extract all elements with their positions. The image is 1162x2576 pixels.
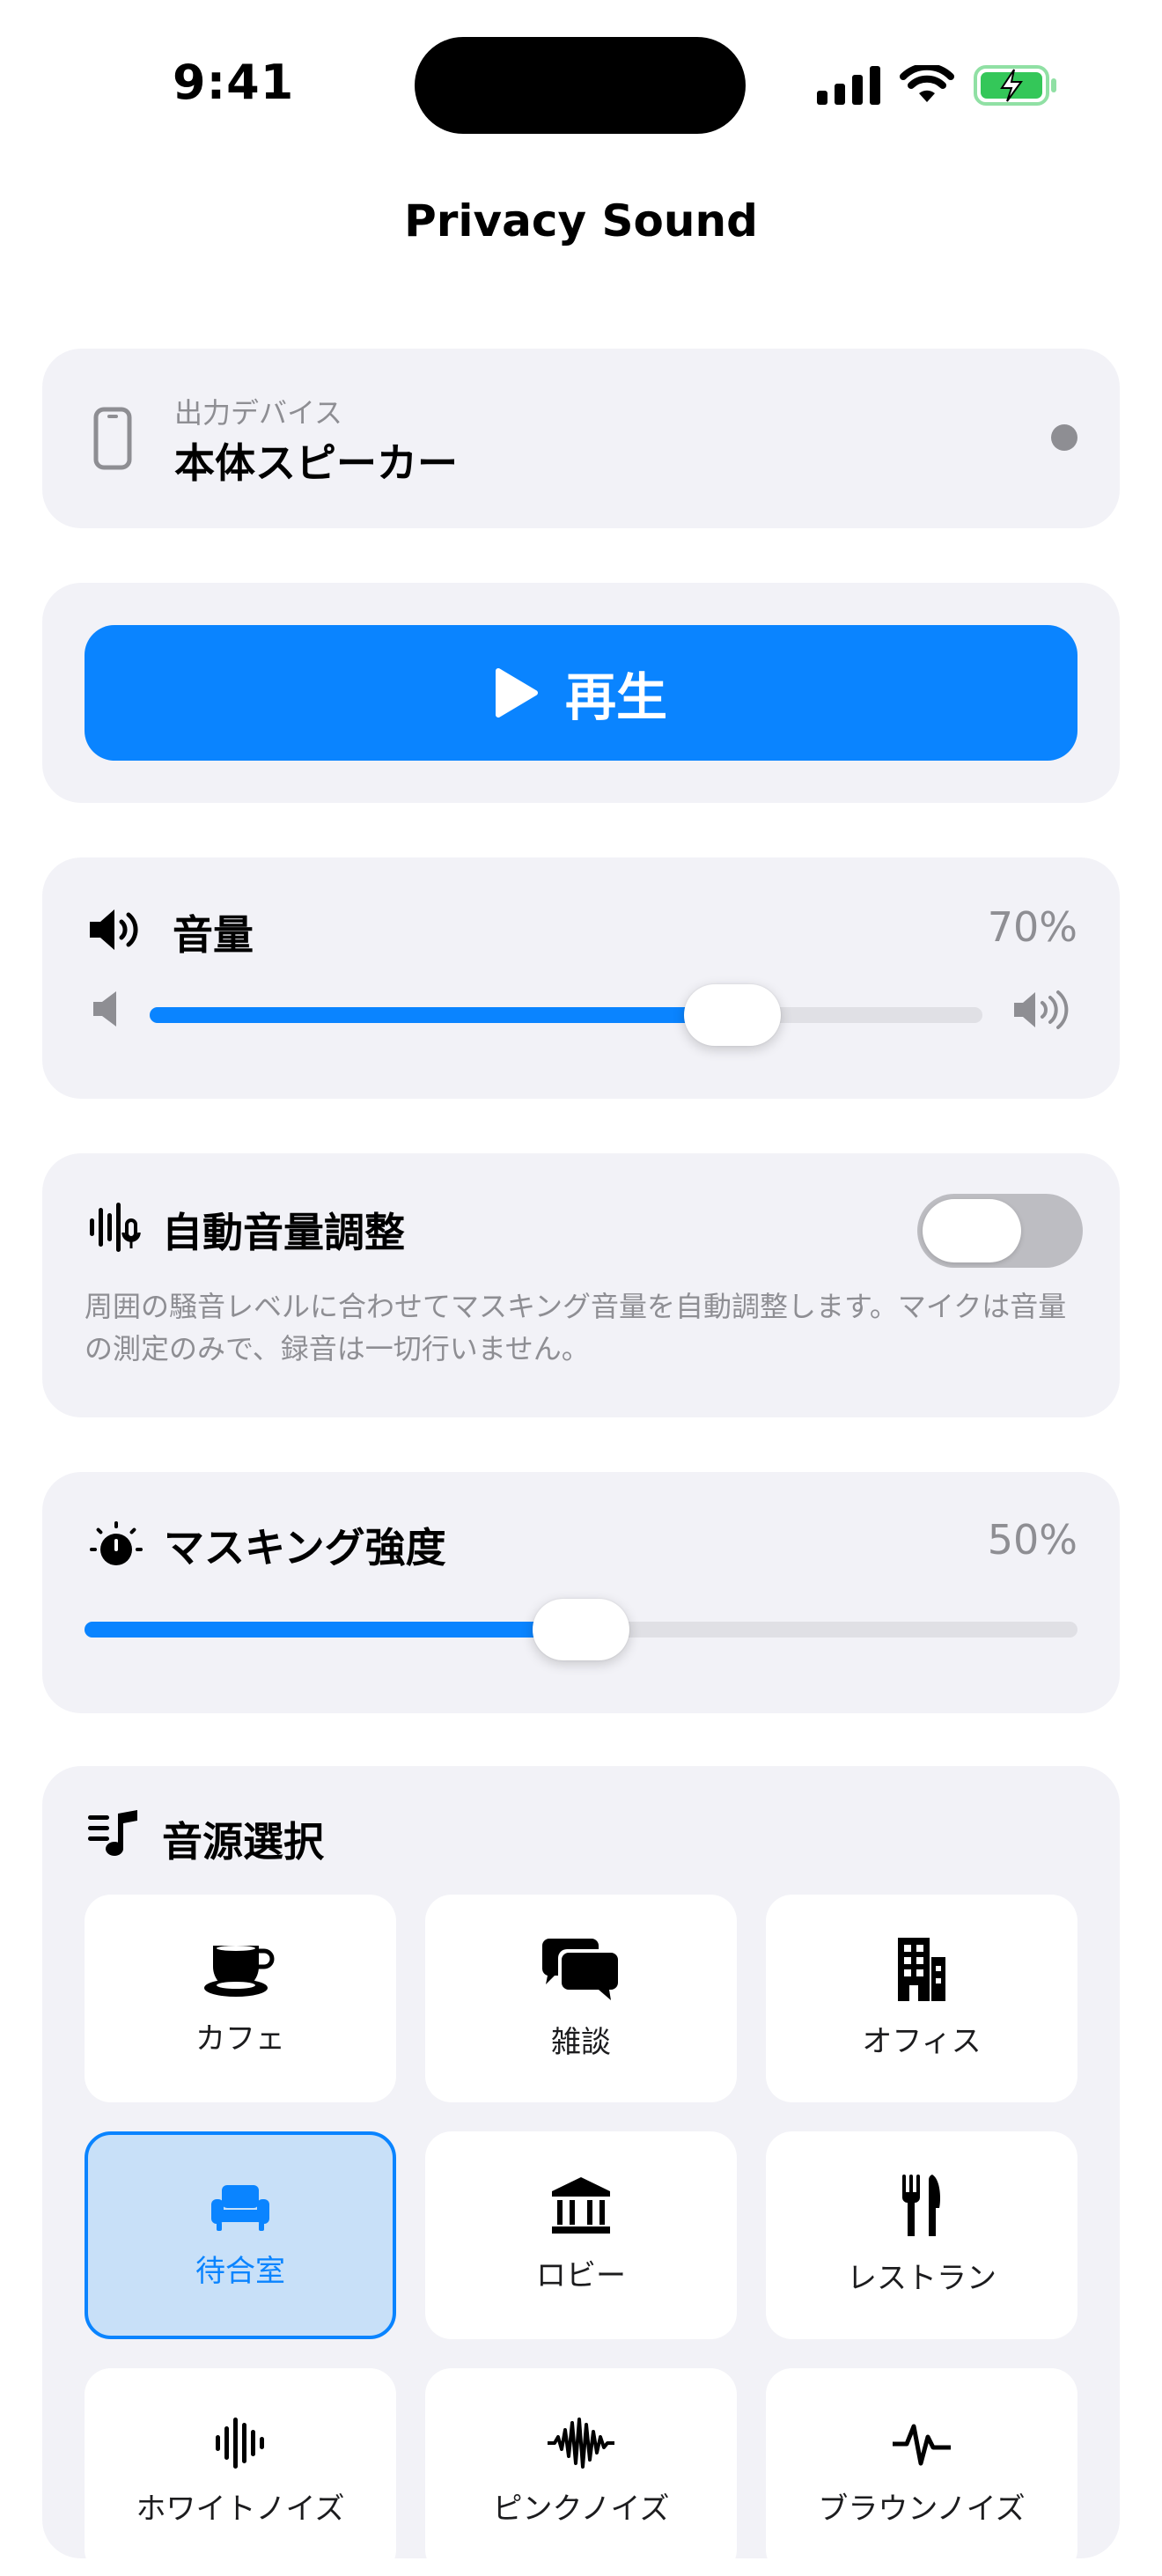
music-list-icon <box>88 1810 137 1856</box>
status-time: 9:41 <box>173 55 295 110</box>
play-button-label: 再生 <box>564 669 667 726</box>
source-tile-restaurant[interactable]: レストラン <box>766 2131 1077 2339</box>
sound-source-card: 音源選択 カフェ 雑談 オフィス 待合室 ロビー レストラン ホワイトノイズ ピ… <box>42 1766 1120 2576</box>
dynamic-island <box>415 37 746 134</box>
volume-value: 70% <box>987 903 1077 951</box>
bank-icon <box>552 2176 610 2234</box>
volume-card: 音量 70% <box>42 857 1120 1099</box>
masking-strength-title: マスキング強度 <box>164 1524 446 1571</box>
battery-charging-icon <box>974 65 1056 106</box>
volume-slider-thumb[interactable] <box>684 984 782 1046</box>
page-title: Privacy Sound <box>404 195 758 247</box>
masking-strength-card: マスキング強度 50% <box>42 1472 1120 1713</box>
cellular-signal-icon <box>817 66 880 105</box>
masking-slider-fill <box>85 1622 581 1638</box>
waveform-pulse-icon <box>893 2424 951 2465</box>
sound-source-title: 音源選択 <box>162 1818 324 1866</box>
waveform-mic-icon <box>90 1203 141 1252</box>
source-tile-label: 雑談 <box>551 2024 611 2060</box>
masking-strength-value: 50% <box>987 1516 1077 1564</box>
source-tile-lobby[interactable]: ロビー <box>425 2131 737 2339</box>
iphone-icon <box>93 407 132 470</box>
source-tile-brown-noise[interactable]: ブラウンノイズ <box>766 2368 1077 2576</box>
source-tile-label: ロビー <box>536 2257 626 2293</box>
auto-volume-description: 周囲の騒音レベルに合わせてマスキング音量を自動調整します。マイクは音量の測定のみ… <box>85 1290 1067 1365</box>
source-tile-label: ブラウンノイズ <box>818 2491 1026 2527</box>
speaker-wave-icon <box>90 909 138 950</box>
volume-slider[interactable] <box>150 984 982 1046</box>
play-icon <box>495 668 538 718</box>
source-tile-chat[interactable]: 雑談 <box>425 1895 737 2102</box>
auto-volume-title: 自動音量調整 <box>162 1209 405 1256</box>
output-device-label: 出力デバイス <box>174 396 343 430</box>
masking-strength-slider[interactable] <box>85 1599 1077 1660</box>
speaker-max-icon <box>1014 990 1069 1029</box>
coffee-cup-icon <box>204 1945 275 1997</box>
masking-slider-thumb[interactable] <box>533 1599 629 1660</box>
play-button[interactable]: 再生 <box>85 625 1077 761</box>
waveform-icon <box>216 2417 264 2469</box>
status-icons <box>817 63 1058 107</box>
source-tile-waiting-room[interactable]: 待合室 <box>85 2131 396 2339</box>
volume-title: 音量 <box>173 911 254 959</box>
source-tile-label: ホワイトノイズ <box>136 2491 345 2527</box>
auto-volume-toggle[interactable] <box>917 1194 1083 1268</box>
speaker-min-icon <box>93 991 116 1027</box>
toggle-knob <box>923 1199 1021 1262</box>
output-device-value: 本体スピーカー <box>174 439 458 487</box>
source-tile-label: 待合室 <box>195 2253 285 2289</box>
wifi-icon <box>900 65 954 102</box>
source-tile-office[interactable]: オフィス <box>766 1895 1077 2102</box>
source-tile-label: オフィス <box>862 2023 982 2059</box>
output-device-card[interactable]: 出力デバイス 本体スピーカー <box>42 349 1120 528</box>
volume-slider-fill <box>150 1007 733 1023</box>
source-tile-cafe[interactable]: カフェ <box>85 1895 396 2102</box>
source-tile-white-noise[interactable]: ホワイトノイズ <box>85 2368 396 2576</box>
source-tile-label: カフェ <box>195 2020 285 2057</box>
playback-card: 再生 <box>42 583 1120 803</box>
dial-icon <box>90 1521 143 1565</box>
sound-source-grid: カフェ 雑談 オフィス 待合室 ロビー レストラン ホワイトノイズ ピンクノイズ… <box>85 1895 1077 2576</box>
source-tile-label: レストラン <box>847 2260 997 2296</box>
source-tile-label: ピンクノイズ <box>492 2491 670 2527</box>
sofa-icon <box>211 2184 269 2231</box>
building-icon <box>898 1937 945 2001</box>
fork-knife-icon <box>902 2174 941 2236</box>
waveform-dense-icon <box>548 2417 614 2469</box>
chat-bubbles-icon <box>542 1938 618 2000</box>
auto-volume-card: 自動音量調整 周囲の騒音レベルに合わせてマスキング音量を自動調整します。マイクは… <box>42 1153 1120 1417</box>
source-tile-pink-noise[interactable]: ピンクノイズ <box>425 2368 737 2576</box>
device-status-dot <box>1051 424 1077 451</box>
